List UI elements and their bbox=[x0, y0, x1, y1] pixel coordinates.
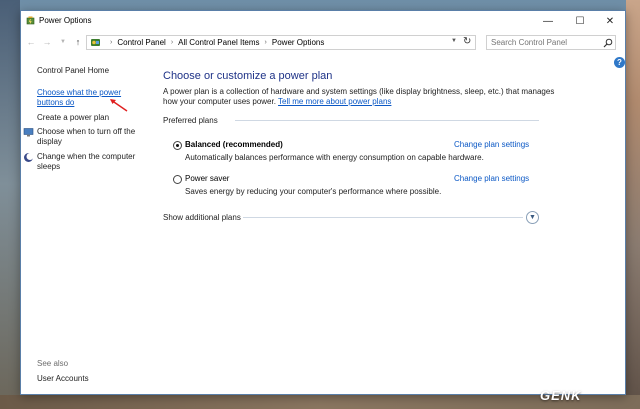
control-panel-icon bbox=[91, 39, 100, 46]
refresh-icon[interactable]: ↻ bbox=[463, 36, 471, 47]
back-button[interactable]: ← bbox=[25, 36, 37, 48]
recent-locations-button[interactable]: ▼ bbox=[57, 36, 69, 48]
breadcrumb-separator: › bbox=[110, 39, 113, 46]
sidebar-item-create-plan[interactable]: Create a power plan bbox=[37, 113, 109, 123]
chevron-down-icon: ▼ bbox=[60, 39, 66, 45]
red-arrow-annotation-icon bbox=[110, 99, 128, 112]
breadcrumb: › Control Panel › All Control Panel Item… bbox=[105, 38, 324, 47]
main-content: Choose or customize a power plan A power… bbox=[163, 52, 603, 395]
balanced-plan-description: Automatically balances performance with … bbox=[185, 153, 484, 162]
help-icon: ? bbox=[617, 58, 622, 67]
address-bar[interactable]: › Control Panel › All Control Panel Item… bbox=[86, 35, 476, 50]
additional-plans-divider bbox=[243, 217, 523, 218]
address-dropdown-icon[interactable]: ▼ bbox=[451, 38, 457, 44]
breadcrumb-power-options[interactable]: Power Options bbox=[272, 38, 324, 47]
power-saver-radio[interactable] bbox=[173, 175, 182, 184]
genk-watermark-logo: GENK bbox=[540, 388, 582, 403]
breadcrumb-separator: › bbox=[264, 39, 267, 46]
sidebar-item-computer-sleeps[interactable]: Change when the computer sleeps bbox=[37, 152, 147, 172]
show-additional-plans-label[interactable]: Show additional plans bbox=[163, 213, 241, 222]
close-icon: ✕ bbox=[605, 15, 615, 27]
sidebar: Control Panel Home Choose what the power… bbox=[21, 52, 151, 395]
balanced-change-settings-link[interactable]: Change plan settings bbox=[454, 140, 529, 149]
power-options-app-icon bbox=[26, 16, 35, 25]
maximize-button[interactable]: ☐ bbox=[564, 11, 596, 31]
up-button[interactable]: ↑ bbox=[72, 36, 84, 48]
user-accounts-link[interactable]: User Accounts bbox=[37, 374, 89, 384]
window-title: Power Options bbox=[39, 16, 92, 25]
power-saver-plan-name[interactable]: Power saver bbox=[185, 174, 229, 183]
search-box[interactable] bbox=[486, 35, 616, 50]
tell-me-more-link[interactable]: Tell me more about power plans bbox=[278, 97, 391, 106]
power-options-window: Power Options — ☐ ✕ ← → ▼ ↑ › Control Pa… bbox=[20, 10, 626, 395]
up-arrow-icon: ↑ bbox=[75, 37, 81, 47]
search-icon[interactable] bbox=[603, 38, 613, 48]
power-plan-description: A power plan is a collection of hardware… bbox=[163, 87, 563, 107]
power-saver-plan-description: Saves energy by reducing your computer's… bbox=[185, 187, 442, 196]
breadcrumb-all-items[interactable]: All Control Panel Items bbox=[178, 38, 259, 47]
forward-arrow-icon: → bbox=[42, 37, 52, 47]
maximize-icon: ☐ bbox=[575, 15, 585, 27]
back-arrow-icon: ← bbox=[26, 37, 36, 47]
title-bar[interactable]: Power Options — ☐ ✕ bbox=[21, 11, 625, 31]
preferred-plans-divider bbox=[235, 120, 539, 121]
close-button[interactable]: ✕ bbox=[594, 11, 626, 31]
monitor-icon bbox=[23, 128, 34, 137]
minimize-button[interactable]: — bbox=[532, 11, 564, 31]
breadcrumb-separator: › bbox=[170, 39, 174, 46]
control-panel-home-link[interactable]: Control Panel Home bbox=[37, 66, 109, 76]
balanced-radio[interactable] bbox=[173, 141, 182, 150]
desktop-background-left bbox=[0, 0, 20, 409]
search-input[interactable] bbox=[491, 37, 601, 48]
forward-button[interactable]: → bbox=[41, 36, 53, 48]
chevron-down-icon: ▼ bbox=[529, 214, 536, 221]
help-button[interactable]: ? bbox=[614, 57, 625, 68]
moon-icon bbox=[24, 153, 34, 162]
balanced-plan-name[interactable]: Balanced (recommended) bbox=[185, 140, 283, 149]
breadcrumb-control-panel[interactable]: Control Panel bbox=[117, 38, 165, 47]
expand-additional-plans-button[interactable]: ▼ bbox=[526, 211, 539, 224]
sidebar-item-turn-off-display[interactable]: Choose when to turn off the display bbox=[37, 127, 147, 147]
minimize-icon: — bbox=[543, 15, 553, 27]
desktop-background-right bbox=[626, 0, 640, 409]
navigation-bar: ← → ▼ ↑ › Control Panel › All Control Pa… bbox=[21, 32, 625, 52]
preferred-plans-label: Preferred plans bbox=[163, 116, 218, 125]
see-also-label: See also bbox=[37, 359, 69, 368]
power-saver-change-settings-link[interactable]: Change plan settings bbox=[454, 174, 529, 183]
page-title: Choose or customize a power plan bbox=[163, 70, 333, 82]
